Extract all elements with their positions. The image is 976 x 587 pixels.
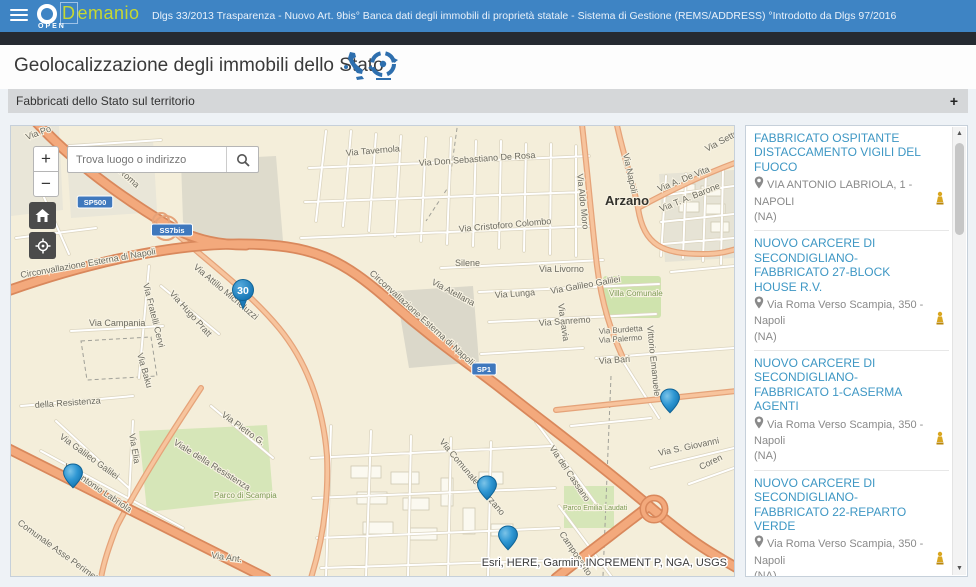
map-search (67, 146, 259, 173)
property-address: Via Roma Verso Scampia, 350 - Napoli (754, 535, 925, 569)
svg-text:SS7bis: SS7bis (159, 226, 184, 235)
property-link[interactable]: NUOVO CARCERE DI SECONDIGLIANO-FABBRICAT… (754, 476, 925, 534)
logo-rest: emanio (78, 3, 140, 23)
property-link[interactable]: NUOVO CARCERE DI SECONDIGLIANO-FABBRICAT… (754, 236, 925, 294)
header-subtitle: Dlgs 33/2013 Trasparenza - Nuovo Art. 9b… (152, 10, 896, 22)
title-logo-icons (342, 50, 402, 84)
property-province: (NA) (754, 569, 925, 576)
header-dark-strip (0, 32, 976, 45)
property-province: (NA) (754, 330, 925, 345)
property-list: FABBRICATO OSPITANTE DISTACCAMENTO VIGIL… (746, 126, 953, 576)
location-pin-icon (754, 539, 764, 551)
location-pin-icon (754, 180, 764, 192)
property-sidebar: FABBRICATO OSPITANTE DISTACCAMENTO VIGIL… (745, 125, 968, 577)
property-province: (NA) (754, 210, 925, 225)
zoom-out-button[interactable]: − (33, 171, 59, 197)
search-button[interactable] (226, 147, 258, 172)
sidebar-scrollbar[interactable]: ▲ ▼ (952, 127, 966, 575)
logo-first-letter: D (60, 2, 78, 24)
map-panel: SP500SS7bisSP1 Via PoVia TavernolaVia Do… (10, 125, 735, 577)
panel-header-fabbricati[interactable]: Fabbricati dello Stato sul territorio + (8, 89, 968, 113)
app-window: Demanio OPEN Dlgs 33/2013 Trasparenza - … (0, 0, 976, 587)
street-label: Via Livorno (539, 264, 584, 274)
home-extent-button[interactable] (29, 202, 56, 229)
page-title: Geolocalizzazione degli immobili dello S… (14, 55, 384, 77)
road-badge: SP1 (472, 363, 497, 375)
property-list-item[interactable]: NUOVO CARCERE DI SECONDIGLIANO-FABBRICAT… (754, 231, 949, 351)
locate-icon (35, 238, 51, 254)
statue-icon (934, 551, 946, 570)
street-label: Silene (455, 258, 480, 268)
svg-text:SP1: SP1 (477, 365, 491, 374)
zoom-controls: + − (33, 146, 59, 197)
street-label: Via Campania (89, 318, 145, 328)
app-header: Demanio OPEN Dlgs 33/2013 Trasparenza - … (0, 0, 976, 32)
logo-open-label: OPEN (38, 23, 66, 30)
zoom-in-button[interactable]: + (33, 146, 59, 172)
location-pin-icon (754, 300, 764, 312)
title-section: Geolocalizzazione degli immobili dello S… (0, 45, 976, 89)
property-list-item[interactable]: NUOVO CARCERE DI SECONDIGLIANO-FABBRICAT… (754, 351, 949, 471)
menu-hamburger-icon[interactable] (10, 9, 28, 23)
property-list-item[interactable]: FABBRICATO OSPITANTE DISTACCAMENTO VIGIL… (754, 126, 949, 231)
scroll-down-button[interactable]: ▼ (953, 565, 966, 572)
park-label: Villa Comunale (609, 289, 663, 298)
cluster-count: 30 (237, 285, 249, 297)
map-attribution: Esri, HERE, Garmin, INCREMENT P, NGA, US… (482, 557, 727, 569)
town-label: Arzano (605, 193, 649, 208)
panel-title: Fabbricati dello Stato sul territorio (16, 94, 195, 108)
map-canvas[interactable]: SP500SS7bisSP1 Via PoVia TavernolaVia Do… (11, 126, 734, 576)
scroll-up-button[interactable]: ▲ (953, 130, 966, 137)
statue-icon (934, 191, 946, 210)
property-link[interactable]: NUOVO CARCERE DI SECONDIGLIANO-FABBRICAT… (754, 356, 925, 414)
italy-map-icon (344, 52, 364, 80)
locate-me-button[interactable] (29, 232, 56, 259)
property-list-item[interactable]: NUOVO CARCERE DI SECONDIGLIANO-FABBRICAT… (754, 471, 949, 576)
property-province: (NA) (754, 449, 925, 464)
park-label: Parco di Scampia (214, 491, 277, 500)
road-badge: SS7bis (152, 224, 193, 236)
logo-brand[interactable]: Demanio (60, 3, 140, 24)
park-label: Parco Emilia Laudati (563, 505, 628, 512)
search-icon (236, 153, 250, 167)
property-address: VIA ANTONIO LABRIOLA, 1 - NAPOLI (754, 176, 925, 210)
panel-expand-button[interactable]: + (950, 89, 958, 113)
road-badge: SP500 (77, 196, 113, 208)
open-data-eye-icon (368, 53, 398, 80)
demanio-open-logo-ring-icon (37, 4, 57, 24)
statue-icon (934, 311, 946, 330)
svg-text:SP500: SP500 (84, 198, 107, 207)
property-address: Via Roma Verso Scampia, 350 - Napoli (754, 296, 925, 330)
statue-icon (934, 431, 946, 450)
scrollbar-thumb[interactable] (955, 143, 964, 235)
property-link[interactable]: FABBRICATO OSPITANTE DISTACCAMENTO VIGIL… (754, 131, 925, 174)
search-input[interactable] (68, 147, 226, 172)
home-icon (35, 209, 50, 222)
location-pin-icon (754, 420, 764, 432)
property-address: Via Roma Verso Scampia, 350 - Napoli (754, 416, 925, 450)
